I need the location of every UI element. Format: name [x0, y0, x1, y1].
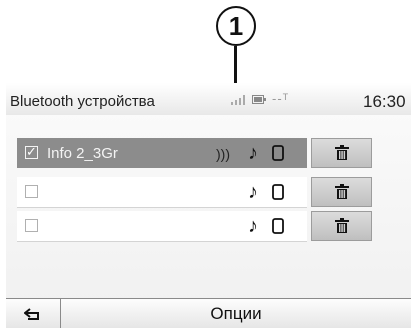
- device-name: Info 2_3Gr: [47, 145, 118, 162]
- device-row[interactable]: ♪: [17, 211, 382, 242]
- music-icon: ♪: [248, 215, 258, 237]
- options-label: Опции: [210, 303, 262, 323]
- footer-bar: Опции: [6, 298, 411, 328]
- music-icon: ♪: [248, 181, 258, 203]
- trash-icon: [334, 184, 349, 199]
- checkmark-icon: ✓: [26, 144, 37, 159]
- back-button[interactable]: [6, 299, 61, 328]
- header-bar: Bluetooth устройства --ᵀ 16:30: [6, 83, 411, 115]
- device-checkbox[interactable]: ✓: [25, 144, 38, 159]
- page-title: Bluetooth устройства: [10, 93, 155, 110]
- clock: 16:30: [363, 92, 406, 111]
- phone-icon: [272, 145, 284, 161]
- trash-icon: [334, 218, 349, 233]
- device-checkbox[interactable]: [25, 219, 38, 232]
- device-checkbox[interactable]: [25, 185, 38, 198]
- device-row-body[interactable]: ♪: [17, 211, 307, 242]
- device-row-body[interactable]: ✓ Info 2_3Gr ))) ♪: [17, 138, 307, 168]
- music-icon: ♪: [248, 142, 258, 164]
- callout-label: 1: [228, 10, 244, 41]
- back-arrow-icon: [24, 307, 39, 320]
- delete-button[interactable]: [311, 138, 372, 168]
- device-row[interactable]: ✓ Info 2_3Gr ))) ♪: [17, 138, 382, 168]
- delete-button[interactable]: [311, 211, 372, 241]
- network-status-icon: --ᵀ: [272, 91, 290, 106]
- options-button[interactable]: Опции: [61, 299, 411, 328]
- audio-stream-icon: ))): [216, 146, 230, 162]
- bluetooth-devices-screen: Bluetooth устройства --ᵀ 16:30 ✓ Info 2_…: [6, 83, 411, 328]
- signal-strength-icon: [231, 95, 245, 105]
- battery-icon: [252, 95, 266, 104]
- device-row[interactable]: ♪: [17, 177, 382, 208]
- device-row-body[interactable]: ♪: [17, 177, 307, 208]
- callout-number: 1: [216, 6, 256, 46]
- delete-button[interactable]: [311, 177, 372, 207]
- trash-icon: [334, 145, 349, 160]
- phone-icon: [272, 218, 284, 234]
- phone-icon: [272, 184, 284, 200]
